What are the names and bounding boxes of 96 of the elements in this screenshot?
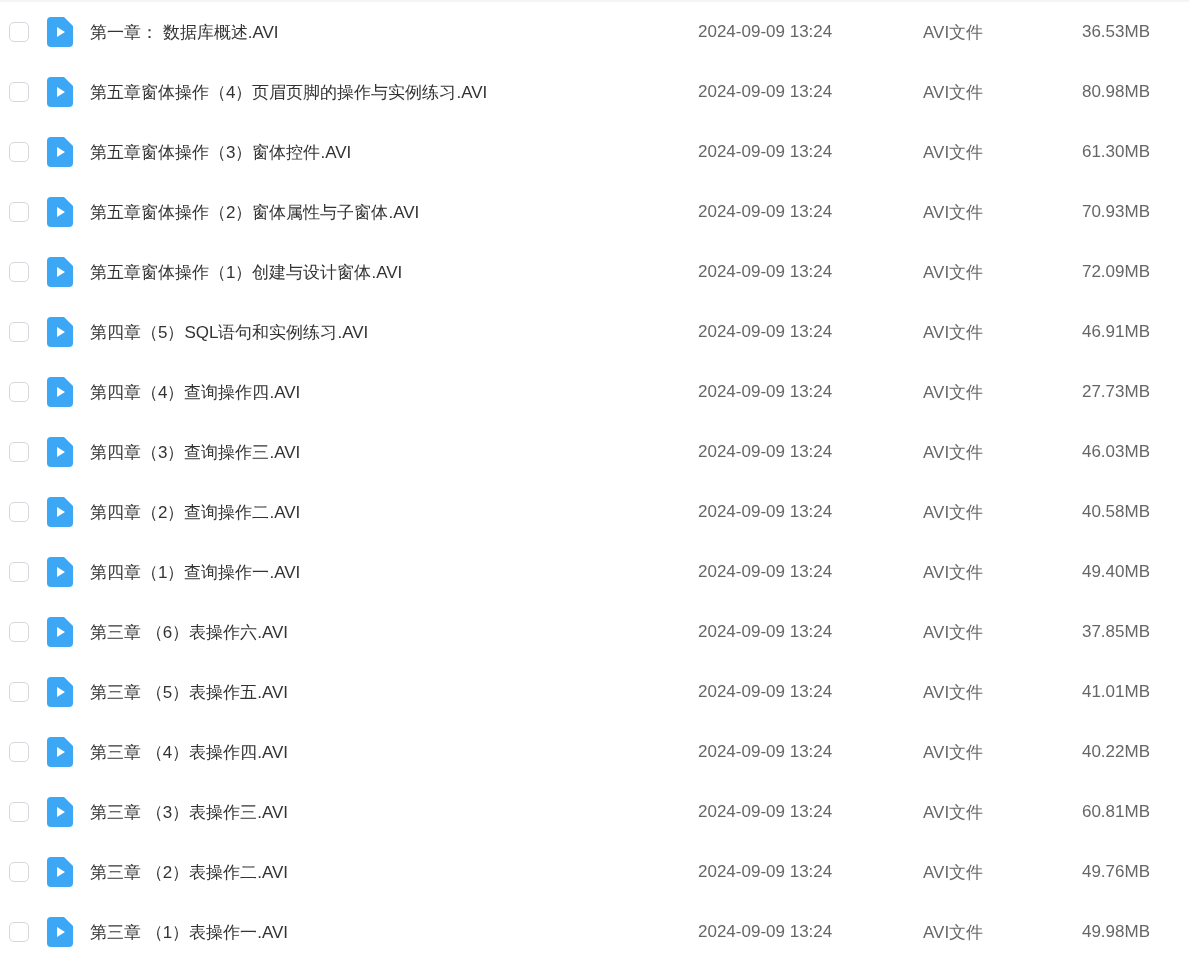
checkbox[interactable]: [9, 442, 29, 462]
file-size: 37.85MB: [1081, 622, 1150, 642]
file-size: 46.91MB: [1081, 322, 1150, 342]
file-size: 60.81MB: [1081, 802, 1150, 822]
file-type: AVI文件: [923, 622, 984, 642]
video-file-icon: [47, 917, 73, 947]
file-name[interactable]: 第五章窗体操作（4）页眉页脚的操作与实例练习.AVI: [90, 82, 488, 102]
video-file-icon: [47, 77, 73, 107]
file-name[interactable]: 第四章（3）查询操作三.AVI: [90, 442, 301, 462]
video-file-icon: [47, 737, 73, 767]
file-name[interactable]: 第三章 （6）表操作六.AVI: [90, 622, 289, 642]
file-size: 27.73MB: [1081, 382, 1150, 402]
modified-time: 2024-09-09 13:24: [698, 142, 833, 161]
video-file-icon: [47, 257, 73, 287]
video-file-icon: [47, 497, 73, 527]
checkbox[interactable]: [9, 802, 29, 822]
file-type: AVI文件: [923, 142, 984, 162]
file-size: 41.01MB: [1081, 682, 1150, 702]
checkbox[interactable]: [9, 202, 29, 222]
modified-time: 2024-09-09 13:24: [698, 682, 833, 701]
video-file-icon: [47, 197, 73, 227]
modified-time: 2024-09-09 13:24: [698, 742, 833, 761]
file-size: 46.03MB: [1081, 442, 1150, 462]
checkbox[interactable]: [9, 382, 29, 402]
checkbox[interactable]: [9, 322, 29, 342]
file-size: 80.98MB: [1081, 82, 1150, 102]
file-type: AVI文件: [923, 22, 984, 42]
modified-time: 2024-09-09 13:24: [698, 22, 833, 41]
checkbox[interactable]: [9, 262, 29, 282]
file-type: AVI文件: [923, 442, 984, 462]
file-name[interactable]: 第五章窗体操作（1）创建与设计窗体.AVI: [90, 262, 403, 282]
video-file-icon: [47, 377, 73, 407]
file-size: 36.53MB: [1081, 22, 1150, 42]
checkbox[interactable]: [9, 682, 29, 702]
file-size: 61.30MB: [1081, 142, 1150, 162]
video-file-icon: [47, 797, 73, 827]
modified-time: 2024-09-09 13:24: [698, 862, 833, 881]
checkbox[interactable]: [9, 22, 29, 42]
file-type: AVI文件: [923, 862, 984, 882]
modified-time: 2024-09-09 13:24: [698, 502, 833, 521]
modified-time: 2024-09-09 13:24: [698, 562, 833, 581]
modified-time: 2024-09-09 13:24: [698, 82, 833, 101]
checkbox[interactable]: [9, 82, 29, 102]
file-type: AVI文件: [923, 262, 984, 282]
video-file-icon: [47, 677, 73, 707]
file-type: AVI文件: [923, 202, 984, 222]
file-size: 70.93MB: [1081, 202, 1150, 222]
modified-time: 2024-09-09 13:24: [698, 802, 833, 821]
file-name[interactable]: 第五章窗体操作（2）窗体属性与子窗体.AVI: [90, 202, 420, 222]
video-file-icon: [47, 317, 73, 347]
video-file-icon: [47, 617, 73, 647]
file-name[interactable]: 第三章 （4）表操作四.AVI: [90, 742, 289, 762]
checkbox[interactable]: [9, 862, 29, 882]
file-size: 40.22MB: [1081, 742, 1150, 762]
file-name[interactable]: 第四章（2）查询操作二.AVI: [90, 502, 301, 522]
file-name[interactable]: 第四章（1）查询操作一.AVI: [90, 562, 301, 582]
modified-time: 2024-09-09 13:24: [698, 202, 833, 221]
checkbox[interactable]: [9, 622, 29, 642]
checkbox[interactable]: [9, 562, 29, 582]
video-file-icon: [47, 557, 73, 587]
modified-time: 2024-09-09 13:24: [698, 442, 833, 461]
file-name[interactable]: 第三章 （5）表操作五.AVI: [90, 682, 289, 702]
file-size: 49.98MB: [1081, 922, 1150, 942]
file-name[interactable]: 第三章 （2）表操作二.AVI: [90, 862, 289, 882]
file-type: AVI文件: [923, 382, 984, 402]
file-name[interactable]: 第三章 （1）表操作一.AVI: [90, 922, 289, 942]
modified-time: 2024-09-09 13:24: [698, 922, 833, 941]
checkbox[interactable]: [9, 502, 29, 522]
file-size: 49.76MB: [1081, 862, 1150, 882]
file-type: AVI文件: [923, 742, 984, 762]
file-size: 49.40MB: [1081, 562, 1150, 582]
video-file-icon: [47, 437, 73, 467]
file-size: 72.09MB: [1081, 262, 1150, 282]
file-type: AVI文件: [923, 682, 984, 702]
file-type: AVI文件: [923, 562, 984, 582]
file-type: AVI文件: [923, 502, 984, 522]
checkbox[interactable]: [9, 742, 29, 762]
video-file-icon: [47, 137, 73, 167]
file-type: AVI文件: [923, 82, 984, 102]
file-name[interactable]: 第三章 （3）表操作三.AVI: [90, 802, 289, 822]
modified-time: 2024-09-09 13:24: [698, 262, 833, 281]
file-name[interactable]: 第四章（4）查询操作四.AVI: [90, 382, 301, 402]
modified-time: 2024-09-09 13:24: [698, 322, 833, 341]
checkbox[interactable]: [9, 922, 29, 942]
file-type: AVI文件: [923, 802, 984, 822]
modified-time: 2024-09-09 13:24: [698, 622, 833, 641]
modified-time: 2024-09-09 13:24: [698, 382, 833, 401]
video-file-icon: [47, 17, 73, 47]
checkbox[interactable]: [9, 142, 29, 162]
file-size: 40.58MB: [1081, 502, 1150, 522]
file-name[interactable]: 第一章： 数据库概述.AVI: [90, 22, 279, 42]
file-name[interactable]: 第四章（5）SQL语句和实例练习.AVI: [90, 322, 369, 342]
video-file-icon: [47, 857, 73, 887]
file-type: AVI文件: [923, 322, 984, 342]
file-name[interactable]: 第五章窗体操作（3）窗体控件.AVI: [90, 142, 352, 162]
file-type: AVI文件: [923, 922, 984, 942]
